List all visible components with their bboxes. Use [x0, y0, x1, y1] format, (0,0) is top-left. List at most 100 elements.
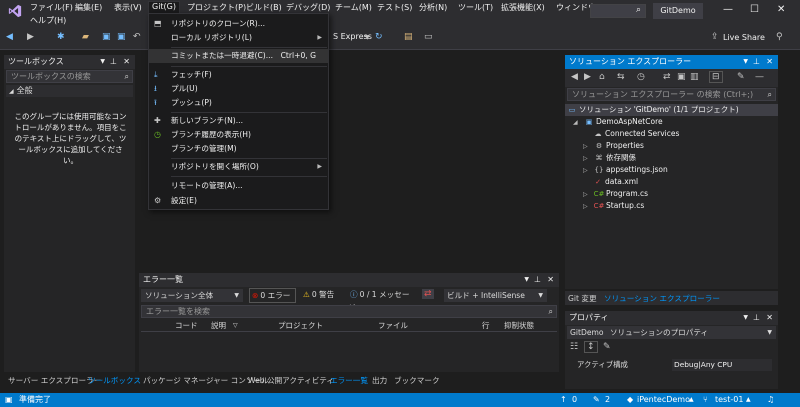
alphabetical-icon[interactable]: ↕ [584, 341, 598, 353]
tree-project[interactable]: ◢ ▣ DemoAspNetCore [573, 116, 663, 128]
menu-item-branch-history[interactable]: ◷ ブランチ履歴の表示(H) [149, 128, 328, 142]
back-icon[interactable]: ◀ [6, 32, 13, 42]
menu-extensions[interactable]: 拡張機能(X) [501, 2, 545, 13]
sync-icon[interactable]: ⇄ [663, 72, 671, 82]
switch-views-icon[interactable]: ⇆ [617, 72, 625, 82]
close-panel-icon[interactable]: ✕ [766, 55, 773, 69]
search-box[interactable]: ⌕ [590, 4, 646, 18]
forward-icon[interactable]: ▶ [584, 72, 591, 82]
pin-icon[interactable]: ⊥ [110, 55, 117, 69]
new-project-icon[interactable]: ✱ [57, 32, 65, 42]
notification-icon[interactable]: ♫ [767, 393, 774, 407]
dropdown-icon[interactable]: ▼ [743, 311, 748, 325]
show-all-files-icon[interactable]: ▥ [690, 72, 699, 82]
close-panel-icon[interactable]: ✕ [766, 311, 773, 325]
warnings-filter-button[interactable]: ⚠ 0 警告 [301, 288, 343, 303]
wrench-icon[interactable]: ✎ [737, 72, 745, 82]
menu-item-manage-branches[interactable]: ブランチの管理(M) [149, 142, 328, 156]
menu-debug[interactable]: デバッグ(D) [286, 2, 330, 13]
maximize-icon[interactable]: ☐ [750, 4, 759, 15]
menu-item-local-repository[interactable]: ローカル リポジトリ(L) ▶ [149, 31, 328, 45]
column-suppression[interactable]: 抑制状態 [504, 320, 534, 332]
toolbox-search-input[interactable]: ツールボックスの検索 ⌕ [6, 70, 133, 83]
preview-icon[interactable]: ⊟ [709, 71, 723, 83]
menu-item-settings[interactable]: ⚙ 設定(E) [149, 194, 328, 208]
dropdown-icon[interactable]: ▼ [524, 273, 529, 287]
property-row[interactable]: アクティブ構成 Debug|Any CPU [567, 359, 776, 371]
column-description[interactable]: 説明 [211, 320, 226, 332]
tree-node-appsettings[interactable]: ▷{} appsettings.json [583, 164, 668, 176]
menu-view[interactable]: 表示(V) [114, 2, 142, 13]
menu-edit[interactable]: 編集(E) [75, 2, 102, 13]
column-code[interactable]: コード [175, 320, 198, 332]
live-share-button[interactable]: Live Share [723, 33, 765, 42]
menu-team[interactable]: チーム(M) [335, 2, 372, 13]
tree-node-startup-cs[interactable]: ▷ C# Startup.cs [583, 200, 644, 212]
column-project[interactable]: プロジェクト [278, 320, 323, 332]
solution-explorer-search-input[interactable]: ソリューション エクスプローラー の検索 (Ctrl+;) ⌕ [567, 88, 776, 101]
menu-tools[interactable]: ツール(T) [458, 2, 493, 13]
save-all-icon[interactable]: ▣ [117, 32, 126, 42]
menu-build[interactable]: ビルド(B) [246, 2, 282, 13]
column-file[interactable]: ファイル [378, 320, 408, 332]
pin-icon[interactable]: ⊥ [753, 55, 760, 69]
menu-item-push[interactable]: ⭱ プッシュ(P) [149, 96, 328, 110]
save-icon[interactable]: ▣ [102, 32, 111, 42]
errors-filter-button[interactable]: ⊗ 0 エラー [249, 288, 296, 303]
categorized-icon[interactable]: ☷ [570, 342, 578, 352]
menu-analyze[interactable]: 分析(N) [419, 2, 447, 13]
property-pages-icon[interactable]: ✎ [603, 342, 611, 352]
menu-item-open-repository-in[interactable]: リポジトリを開く場所(O) ▶ [149, 160, 328, 174]
changes-count[interactable]: 2 [605, 393, 610, 407]
menu-test[interactable]: テスト(S) [377, 2, 412, 13]
tree-node-program-cs[interactable]: ▷ C# Program.cs [583, 188, 648, 200]
menu-item-clone[interactable]: ⬒ リポジトリのクローン(R)... [149, 17, 328, 31]
menu-item-commit-or-stash[interactable]: コミットまたは一時退避(C)... Ctrl+0, G [149, 49, 328, 63]
pin-icon[interactable]: ⊥ [534, 273, 541, 287]
menu-item-pull[interactable]: ⭳ プル(U) [149, 82, 328, 96]
build-filter-select[interactable]: ビルド + IntelliSense ▼ [444, 289, 547, 302]
tree-node-dependencies[interactable]: ▷ ⌘ 依存関係 [583, 152, 636, 164]
error-scope-select[interactable]: ソリューション全体 ▼ [141, 289, 243, 302]
refresh-icon[interactable]: ↻ [375, 32, 383, 42]
menu-project[interactable]: プロジェクト(P) [187, 2, 246, 13]
menu-item-manage-remotes[interactable]: リモートの管理(A)... [149, 179, 328, 193]
tab-git-changes[interactable]: Git 変更 [568, 293, 597, 304]
forward-icon[interactable]: ▶ [27, 32, 34, 42]
open-folder-icon[interactable]: ▰ [82, 32, 89, 42]
tree-node-connected-services[interactable]: ☁ Connected Services [591, 128, 680, 140]
collapse-all-icon[interactable]: ▣ [677, 72, 686, 82]
tree-node-data-xml[interactable]: ✓ data.xml [591, 176, 638, 188]
screen-icon[interactable]: ▭ [424, 32, 433, 42]
messages-filter-button[interactable]: ⓘ0 / 1 メッセージ [348, 288, 416, 312]
menu-item-fetch[interactable]: ⤓ フェッチ(F) [149, 68, 328, 82]
tab-bookmarks[interactable]: ブックマーク [394, 375, 440, 386]
toolbox-group-header[interactable]: ◢ 全般 [6, 85, 133, 97]
properties-object-selector[interactable]: GitDemo ソリューションのプロパティ ▼ [567, 326, 776, 339]
live-share-icon[interactable]: ⇪ [711, 32, 719, 42]
tab-error-list[interactable]: エラー一覧 [330, 375, 368, 386]
menu-file[interactable]: ファイル(F) [30, 2, 73, 13]
column-line[interactable]: 行 [482, 320, 490, 332]
back-icon[interactable]: ◀ [571, 72, 578, 82]
tab-toolbox[interactable]: ツールボックス [88, 375, 141, 386]
tree-solution[interactable]: ▭ ソリューション 'GitDemo' (1/1 プロジェクト) [565, 104, 778, 116]
home-icon[interactable]: ⌂ [599, 72, 605, 82]
minimize-icon[interactable]: — [723, 4, 733, 15]
tab-web-publish-activity[interactable]: Web 公開アクティビティ [248, 375, 334, 386]
branch-name[interactable]: test-01 [715, 393, 743, 407]
dropdown-icon[interactable]: ▼ [100, 55, 105, 69]
error-search-input[interactable]: エラー一覧を検索 ⌕ [141, 305, 557, 318]
dropdown-icon[interactable]: ▼ [743, 55, 748, 69]
filter-icon[interactable]: ⇄ [422, 289, 434, 299]
minus-icon[interactable]: — [755, 72, 764, 82]
pin-icon[interactable]: ⊥ [753, 311, 760, 325]
undo-icon[interactable]: ↶ [133, 32, 141, 42]
feedback-icon[interactable]: ⚲ [776, 32, 783, 42]
repository-name[interactable]: iPentecDemo [637, 393, 690, 407]
tab-solution-explorer[interactable]: ソリューション エクスプローラー [604, 293, 720, 304]
history-icon[interactable]: ◷ [637, 72, 645, 82]
chevron-down-icon[interactable]: ▼ [365, 34, 370, 41]
tree-node-properties[interactable]: ▷ ⚙ Properties [583, 140, 644, 152]
unpushed-count[interactable]: 0 [572, 393, 577, 407]
